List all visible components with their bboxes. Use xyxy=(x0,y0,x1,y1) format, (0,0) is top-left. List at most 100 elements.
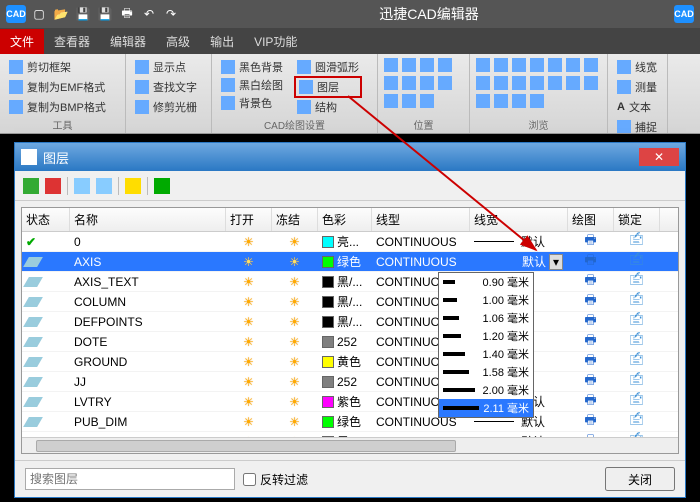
saveas-icon[interactable]: 💾 xyxy=(96,5,114,23)
nav-icon[interactable] xyxy=(476,94,490,108)
lineweight-option[interactable]: 1.20 毫米 xyxy=(439,327,533,345)
search-input[interactable] xyxy=(25,468,235,490)
table-row[interactable]: AXIS☀☀绿色CONTINUOUS默认▾🖶🖆 xyxy=(22,252,678,272)
ribbon-copy-emf[interactable]: 复制为EMF格式 xyxy=(6,78,119,96)
table-row[interactable]: LVTRY☀☀紫色CONTINUOUS默认🖶🖆 xyxy=(22,392,678,412)
table-row[interactable]: PUB_DIM☀☀绿色CONTINUOUS默认🖶🖆 xyxy=(22,412,678,432)
nav-icon[interactable] xyxy=(476,58,490,72)
table-row[interactable]: JJ☀☀252CONTINUOUS🖶🖆 xyxy=(22,372,678,392)
lineweight-option[interactable]: 1.06 毫米 xyxy=(439,309,533,327)
nav-icon[interactable] xyxy=(494,58,508,72)
pos-icon[interactable] xyxy=(402,94,416,108)
nav-icon[interactable] xyxy=(494,94,508,108)
col-linetype[interactable]: 线型 xyxy=(372,208,470,231)
pos-icon[interactable] xyxy=(420,76,434,90)
pos-icon[interactable] xyxy=(438,76,452,90)
nav-icon[interactable] xyxy=(512,76,526,90)
undo-icon[interactable]: ↶ xyxy=(140,5,158,23)
lineweight-option[interactable]: 1.58 毫米 xyxy=(439,363,533,381)
pos-icon[interactable] xyxy=(420,94,434,108)
ribbon-trim-raster[interactable]: 修剪光栅 xyxy=(132,98,205,116)
horizontal-scrollbar[interactable] xyxy=(22,437,678,453)
nav-icon[interactable] xyxy=(566,76,580,90)
reverse-filter-checkbox[interactable]: 反转过滤 xyxy=(243,471,308,488)
table-row[interactable]: ✔0☀☀亮...CONTINUOUS默认🖶🖆 xyxy=(22,232,678,252)
ribbon-lineweight[interactable]: 线宽 xyxy=(614,58,661,76)
nav-icon[interactable] xyxy=(548,58,562,72)
tab-output[interactable]: 输出 xyxy=(200,29,244,54)
pos-icon[interactable] xyxy=(420,58,434,72)
table-row[interactable]: AXIS_TEXT☀☀黑/...CONTINUOUS🖶🖆 xyxy=(22,272,678,292)
tab-editor[interactable]: 编辑器 xyxy=(100,29,156,54)
lineweight-option[interactable]: 1.00 毫米 xyxy=(439,291,533,309)
tab-viewer[interactable]: 查看器 xyxy=(44,29,100,54)
col-lock[interactable]: 锁定 xyxy=(614,208,660,231)
ribbon-snap[interactable]: 捕捉 xyxy=(614,118,661,134)
nav-icon[interactable] xyxy=(530,76,544,90)
tab-vip[interactable]: VIP功能 xyxy=(244,29,307,54)
lineweight-option[interactable]: 2.00 毫米 xyxy=(439,381,533,399)
tab-advanced[interactable]: 高级 xyxy=(156,29,200,54)
nav-icon[interactable] xyxy=(566,58,580,72)
ribbon-smooth-arc[interactable]: 圆滑弧形 xyxy=(294,58,362,76)
pos-icon[interactable] xyxy=(384,94,398,108)
freeze-icon[interactable] xyxy=(74,178,90,194)
nav-icon[interactable] xyxy=(476,76,490,90)
nav-icon[interactable] xyxy=(530,94,544,108)
col-open[interactable]: 打开 xyxy=(226,208,272,231)
nav-icon[interactable] xyxy=(548,76,562,90)
new-layer-icon[interactable] xyxy=(23,178,39,194)
nav-icon[interactable] xyxy=(512,58,526,72)
pos-icon[interactable] xyxy=(438,58,452,72)
lineweight-dropdown[interactable]: 0.90 毫米1.00 毫米1.06 毫米1.20 毫米1.40 毫米1.58 … xyxy=(438,272,534,418)
ribbon-show-points[interactable]: 显示点 xyxy=(132,58,205,76)
tab-file[interactable]: 文件 xyxy=(0,29,44,54)
new-icon[interactable]: ▢ xyxy=(30,5,48,23)
col-lineweight[interactable]: 线宽 xyxy=(470,208,568,231)
ribbon-layers[interactable]: 图层 xyxy=(294,76,362,98)
redo-icon[interactable]: ↷ xyxy=(162,5,180,23)
ribbon-black-bg[interactable]: 黑色背景 xyxy=(218,58,286,76)
nav-icon[interactable] xyxy=(584,76,598,90)
ribbon-cut-frame[interactable]: 剪切框架 xyxy=(6,58,119,76)
delete-layer-icon[interactable] xyxy=(45,178,61,194)
print-icon[interactable]: 🖶 xyxy=(118,5,136,23)
save-icon[interactable]: 💾 xyxy=(74,5,92,23)
col-plot[interactable]: 绘图 xyxy=(568,208,614,231)
open-icon[interactable]: 📂 xyxy=(52,5,70,23)
pos-icon[interactable] xyxy=(402,58,416,72)
col-state[interactable]: 状态 xyxy=(22,208,70,231)
ribbon-bg-color[interactable]: 背景色 xyxy=(218,94,286,112)
check-icon[interactable] xyxy=(154,178,170,194)
nav-icon[interactable] xyxy=(584,58,598,72)
close-button[interactable]: 关闭 xyxy=(605,467,675,491)
lineweight-option[interactable]: 2.11 毫米 xyxy=(439,399,533,417)
app-menu-icon[interactable]: CAD xyxy=(6,5,26,23)
nav-icon[interactable] xyxy=(512,94,526,108)
ribbon-bw-draw[interactable]: 黑白绘图 xyxy=(218,76,286,94)
ribbon-text[interactable]: A文本 xyxy=(614,98,661,116)
ribbon-measure[interactable]: 测量 xyxy=(614,78,661,96)
nav-icon[interactable] xyxy=(494,76,508,90)
ribbon-find-text[interactable]: 查找文字 xyxy=(132,78,205,96)
dialog-titlebar[interactable]: 图层 ✕ xyxy=(15,143,685,171)
lineweight-option[interactable]: 1.40 毫米 xyxy=(439,345,533,363)
pos-icon[interactable] xyxy=(384,76,398,90)
table-row[interactable]: COLUMN☀☀黑/...CONTINUOUS🖶🖆 xyxy=(22,292,678,312)
table-body[interactable]: ✔0☀☀亮...CONTINUOUS默认🖶🖆AXIS☀☀绿色CONTINUOUS… xyxy=(22,232,678,437)
bulb-icon[interactable] xyxy=(125,178,141,194)
pos-icon[interactable] xyxy=(384,58,398,72)
col-name[interactable]: 名称 xyxy=(70,208,226,231)
table-row[interactable]: DOTE☀☀252CONTINUOUS🖶🖆 xyxy=(22,332,678,352)
ribbon-structure[interactable]: 结构 xyxy=(294,98,362,116)
col-freeze[interactable]: 冻结 xyxy=(272,208,318,231)
col-color[interactable]: 色彩 xyxy=(318,208,372,231)
table-row[interactable]: DEFPOINTS☀☀黑/...CONTINUOUS🖶🖆 xyxy=(22,312,678,332)
nav-icon[interactable] xyxy=(530,58,544,72)
table-row[interactable]: GROUND☀☀黄色CONTINUOUS🖶🖆 xyxy=(22,352,678,372)
lineweight-option[interactable]: 0.90 毫米 xyxy=(439,273,533,291)
pos-icon[interactable] xyxy=(402,76,416,90)
ribbon-copy-bmp[interactable]: 复制为BMP格式 xyxy=(6,98,119,116)
close-icon[interactable]: ✕ xyxy=(639,148,679,166)
thaw-icon[interactable] xyxy=(96,178,112,194)
